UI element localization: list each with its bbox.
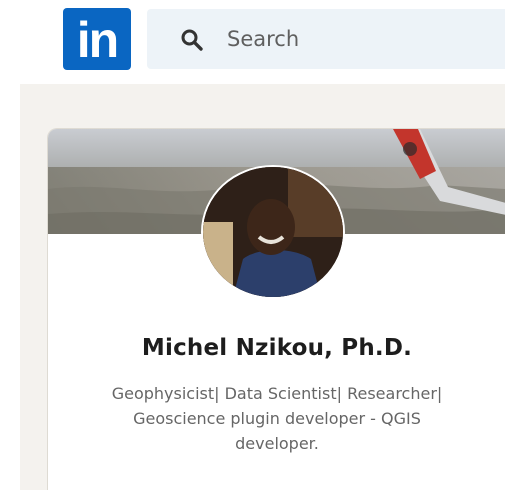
profile-headline: Geophysicist| Data Scientist| Researcher… — [111, 384, 443, 453]
global-nav: in — [0, 0, 505, 84]
profile-name[interactable]: Michel Nzikou, Ph.D. — [48, 335, 505, 361]
logo-text: in — [76, 12, 119, 68]
search-input[interactable] — [227, 22, 497, 56]
page: in Search Michel Nzikou, Ph.D. Geophysic… — [0, 0, 505, 490]
search-box[interactable] — [147, 9, 505, 69]
profile-card: Michel Nzikou, Ph.D. Geophysicist| Data … — [47, 128, 505, 490]
search-icon — [181, 29, 203, 51]
profile-avatar[interactable] — [201, 165, 345, 299]
linkedin-logo[interactable]: in — [63, 8, 131, 70]
